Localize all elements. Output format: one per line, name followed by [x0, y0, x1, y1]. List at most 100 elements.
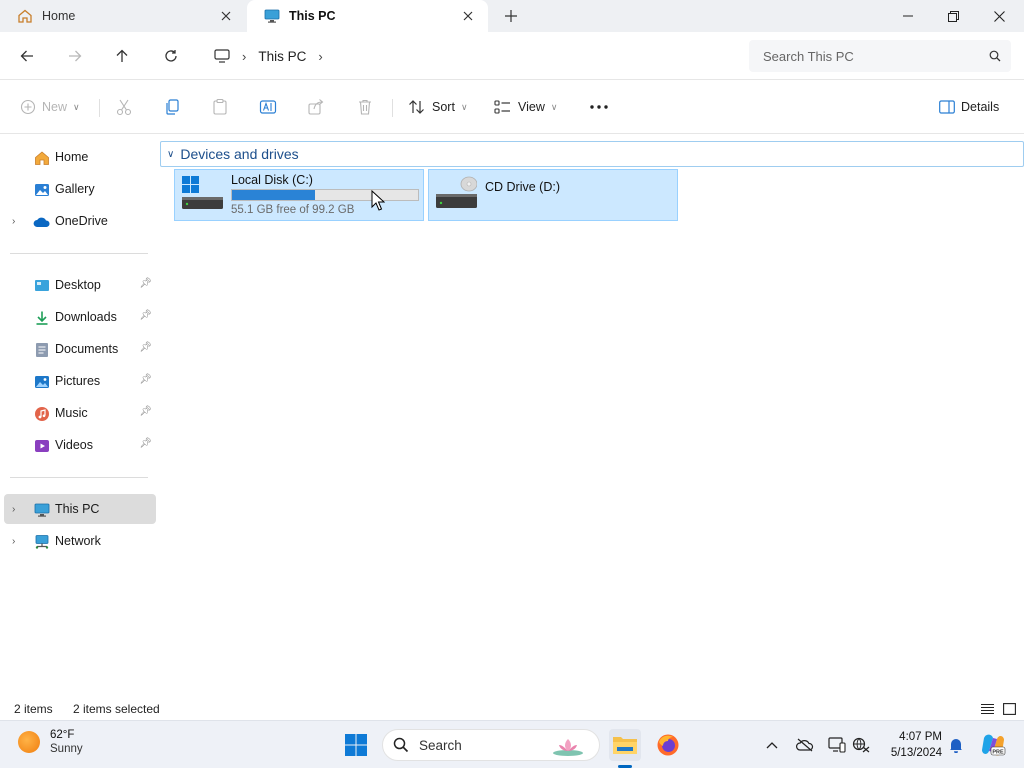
sidebar-item-documents[interactable]: Documents 📌︎: [4, 334, 156, 364]
sidebar-item-music[interactable]: Music 📌︎: [4, 398, 156, 428]
up-arrow-icon[interactable]: [110, 44, 134, 68]
weather-widget[interactable]: 62°F Sunny: [18, 729, 83, 755]
share-icon: [307, 98, 325, 116]
search-icon[interactable]: [989, 50, 1001, 62]
breadcrumb[interactable]: › This PC ›: [204, 40, 739, 72]
copilot-pre-icon[interactable]: PRE: [979, 731, 1007, 759]
tiles-view-icon[interactable]: [1000, 700, 1018, 718]
more-ellipsis-icon: [589, 104, 609, 110]
breadcrumb-this-pc[interactable]: This PC: [258, 49, 306, 64]
chevron-up-icon[interactable]: [762, 735, 782, 755]
sidebar-item-onedrive[interactable]: › OneDrive: [4, 206, 156, 236]
lotus-flower-icon: [551, 735, 585, 760]
videos-folder-icon: [33, 437, 50, 454]
desktop-folder-icon: [33, 277, 50, 294]
refresh-icon[interactable]: [159, 44, 183, 68]
sidebar-item-label: Music: [55, 406, 88, 420]
downloads-folder-icon: [33, 309, 50, 326]
new-button[interactable]: New ∨: [20, 95, 80, 119]
pin-icon[interactable]: 📌︎: [139, 310, 152, 321]
search-input[interactable]: [763, 48, 989, 64]
chevron-right-icon[interactable]: ›: [12, 215, 22, 227]
tab-this-pc-label: This PC: [289, 9, 336, 23]
pin-icon[interactable]: 📌︎: [139, 278, 152, 289]
chevron-down-icon: ∨: [460, 101, 468, 112]
forward-arrow-icon[interactable]: [63, 44, 87, 68]
sidebar-item-home[interactable]: Home: [4, 142, 156, 172]
sort-button[interactable]: Sort ∨: [408, 95, 468, 119]
back-arrow-icon[interactable]: [15, 44, 39, 68]
details-pane-button[interactable]: Details: [939, 95, 999, 119]
details-pane-icon: [939, 100, 955, 114]
view-button[interactable]: View ∨: [494, 95, 557, 119]
details-view-icon[interactable]: [978, 700, 996, 718]
sidebar-item-downloads[interactable]: Downloads 📌︎: [4, 302, 156, 332]
divider: [10, 253, 148, 254]
chevron-right-icon[interactable]: ›: [318, 49, 322, 64]
pin-icon[interactable]: 📌︎: [139, 406, 152, 417]
rename-button[interactable]: [259, 95, 277, 119]
system-clock[interactable]: 4:07 PM 5/13/2024: [884, 729, 942, 761]
taskbar-search-label: Search: [419, 737, 462, 753]
display-icon[interactable]: [827, 735, 847, 755]
chevron-right-icon[interactable]: ›: [242, 49, 246, 64]
onedrive-offline-icon[interactable]: [795, 735, 815, 755]
chevron-right-icon[interactable]: ›: [12, 535, 22, 547]
disk-usage-bar: [231, 189, 419, 201]
sidebar-item-label: Home: [55, 150, 89, 164]
home-icon: [16, 7, 34, 25]
pin-icon[interactable]: 📌︎: [139, 342, 152, 353]
minimize-icon[interactable]: [885, 0, 931, 32]
windows-start-icon[interactable]: [340, 729, 372, 761]
sort-button-label: Sort: [432, 100, 455, 114]
pin-icon[interactable]: 📌︎: [139, 438, 152, 449]
close-window-icon[interactable]: [976, 0, 1022, 32]
drive-free-space: 55.1 GB free of 99.2 GB: [231, 204, 355, 216]
sidebar-item-videos[interactable]: Videos 📌︎: [4, 430, 156, 460]
group-header-devices-and-drives[interactable]: ∨ Devices and drives: [160, 141, 1024, 167]
sidebar-item-label: Pictures: [55, 374, 101, 388]
sun-icon: [18, 731, 40, 753]
sidebar-item-label: Gallery: [55, 182, 95, 196]
details-button-label: Details: [961, 100, 1000, 114]
sidebar-item-label: Documents: [55, 342, 119, 356]
copy-button[interactable]: [163, 95, 181, 119]
paste-button[interactable]: [211, 95, 229, 119]
svg-text:PRE: PRE: [992, 749, 1004, 755]
close-tab-this-pc-icon[interactable]: [458, 6, 478, 26]
divider: [392, 99, 393, 117]
file-explorer-taskbar-icon[interactable]: [609, 729, 641, 761]
sidebar-item-this-pc[interactable]: › This PC: [4, 494, 156, 524]
cd-drive-icon: [435, 173, 478, 213]
disk-usage-fill: [232, 190, 315, 200]
sidebar-item-gallery[interactable]: Gallery: [4, 174, 156, 204]
pin-icon[interactable]: 📌︎: [139, 374, 152, 385]
sidebar-item-pictures[interactable]: Pictures 📌︎: [4, 366, 156, 396]
search-box[interactable]: [749, 40, 1011, 72]
share-button[interactable]: [307, 95, 325, 119]
more-options-button[interactable]: [589, 95, 609, 119]
drive-cd-d[interactable]: CD Drive (D:): [428, 169, 678, 221]
monitor-icon: [214, 49, 230, 63]
sidebar-item-desktop[interactable]: Desktop 📌︎: [4, 270, 156, 300]
cut-button[interactable]: [115, 95, 133, 119]
monitor-icon: [263, 7, 281, 25]
new-tab-plus-icon[interactable]: [500, 6, 522, 26]
notification-bell-icon[interactable]: [946, 735, 966, 755]
close-tab-home-icon[interactable]: [216, 6, 236, 26]
network-status-icon[interactable]: [851, 735, 871, 755]
sidebar-item-network[interactable]: › Network: [4, 526, 156, 556]
delete-button[interactable]: [356, 95, 374, 119]
tab-this-pc[interactable]: This PC: [247, 0, 488, 32]
restore-icon[interactable]: [930, 0, 976, 32]
taskbar-search[interactable]: Search: [382, 729, 600, 761]
tab-home[interactable]: Home: [0, 0, 246, 32]
chevron-right-icon[interactable]: ›: [12, 503, 22, 515]
sidebar-item-label: Desktop: [55, 278, 101, 292]
sidebar-item-label: Videos: [55, 438, 93, 452]
chevron-down-icon: ∨: [550, 101, 558, 112]
weather-condition: Sunny: [50, 743, 83, 755]
drive-local-disk-c[interactable]: Local Disk (C:) 55.1 GB free of 99.2 GB: [174, 169, 424, 221]
firefox-icon[interactable]: [652, 729, 684, 761]
chevron-down-icon[interactable]: ∨: [167, 149, 174, 160]
